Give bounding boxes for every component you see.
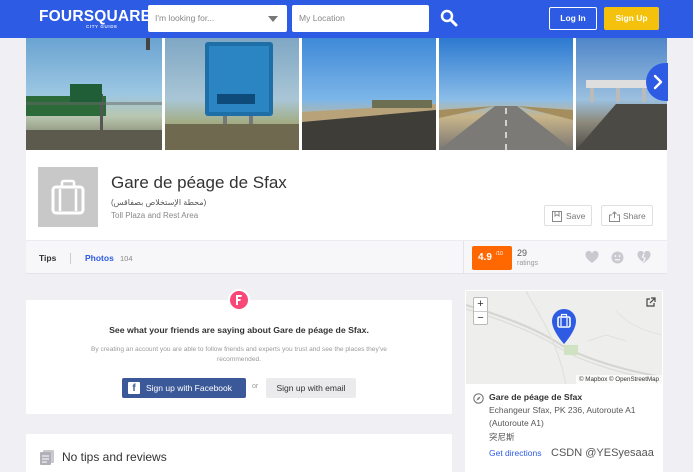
save-label: Save (566, 211, 586, 221)
facebook-signup-button[interactable]: f Sign up with Facebook (122, 378, 246, 398)
address-line: (Autoroute A1) (489, 418, 544, 428)
share-label: Share (623, 211, 646, 221)
watermark-text: CSDN @YESyesaaa (551, 447, 654, 459)
chevron-down-icon[interactable] (268, 16, 278, 22)
or-separator: or (252, 383, 259, 390)
signup-button[interactable]: Sign Up (604, 7, 659, 30)
facebook-icon: f (128, 382, 140, 394)
venue-title: Gare de péage de Sfax (111, 173, 287, 192)
tab-tips[interactable]: Tips (39, 253, 56, 263)
next-photo-button[interactable] (646, 63, 668, 101)
tips-section: No tips and reviews (26, 434, 452, 472)
suitcase-icon (51, 179, 85, 215)
top-navigation-bar: FOURSQUARE CITY GUIDE I'm looking for...… (0, 0, 693, 38)
email-signup-button[interactable]: Sign up with email (266, 378, 356, 398)
login-button[interactable]: Log In (549, 7, 597, 30)
photos-count: 104 (120, 254, 133, 263)
logo-subtitle: CITY GUIDE (86, 24, 118, 29)
foursquare-badge (228, 289, 250, 311)
tips-list-icon (40, 450, 54, 465)
venue-photo[interactable] (165, 38, 299, 150)
venue-tab-bar: Tips Photos 104 4.9 /10 29 ratings (26, 240, 667, 274)
rating-max: /10 (496, 251, 503, 257)
dislike-broken-heart-icon[interactable] (637, 251, 651, 264)
location-placeholder: My Location (299, 13, 345, 23)
map-card: + − © Mapbox © OpenStreetMap Gare de péa… (465, 290, 663, 472)
map-pin-icon[interactable] (549, 307, 579, 345)
venue-category[interactable]: Toll Plaza and Rest Area (111, 211, 198, 220)
rating-value: 4.9 (478, 252, 492, 263)
signup-prompt-card: See what your friends are saying about G… (26, 300, 452, 414)
photo-gallery (26, 38, 667, 150)
expand-map-icon[interactable] (646, 297, 656, 307)
neutral-face-icon[interactable] (611, 251, 624, 264)
ratings-count: 29 (517, 248, 528, 258)
zoom-in-button[interactable]: + (474, 298, 487, 311)
venue-header: Gare de péage de Sfax (محطة الإستخلاص بص… (26, 150, 667, 240)
tab-photos[interactable]: Photos (85, 253, 114, 263)
tab-divider (70, 253, 71, 264)
share-icon (609, 211, 620, 222)
venue-photo[interactable] (439, 38, 573, 150)
venue-photo[interactable] (302, 38, 436, 150)
zoom-out-button[interactable]: − (474, 312, 487, 325)
signup-description: By creating an account you are able to f… (91, 346, 387, 363)
search-icon[interactable] (440, 9, 458, 27)
address-country: 突尼斯 (489, 432, 515, 442)
facebook-signup-label: Sign up with Facebook (146, 383, 232, 393)
address-line: Echangeur Sfax, PK 236, Autoroute A1 (489, 405, 636, 415)
foursquare-swarm-icon (236, 295, 242, 305)
foursquare-logo[interactable]: FOURSQUARE (39, 9, 151, 25)
get-directions-link[interactable]: Get directions (489, 448, 541, 458)
search-placeholder: I'm looking for... (155, 13, 215, 23)
like-heart-icon[interactable] (585, 251, 599, 264)
ratings-label: ratings (517, 260, 539, 267)
address-venue-name: Gare de péage de Sfax (489, 392, 583, 402)
signup-heading: See what your friends are saying about G… (109, 325, 369, 335)
section-divider (463, 241, 464, 274)
venue-photo[interactable] (26, 38, 162, 150)
venue-category-icon (38, 167, 98, 227)
save-button[interactable]: Save (544, 205, 592, 226)
tips-empty-title: No tips and reviews (62, 450, 167, 464)
search-input[interactable]: I'm looking for... (148, 5, 287, 32)
venue-local-name: (محطة الإستخلاص بصفاقس) (111, 198, 207, 207)
map-attribution[interactable]: © Mapbox © OpenStreetMap (576, 375, 662, 384)
bookmark-icon (552, 211, 562, 222)
location-input[interactable]: My Location (292, 5, 429, 32)
share-button[interactable]: Share (601, 205, 653, 226)
map-zoom-control: + − (473, 297, 488, 325)
venue-map[interactable]: + − © Mapbox © OpenStreetMap (466, 291, 662, 384)
rating-badge: 4.9 /10 (472, 246, 512, 270)
chevron-right-icon (653, 74, 663, 90)
compass-icon (473, 393, 484, 404)
